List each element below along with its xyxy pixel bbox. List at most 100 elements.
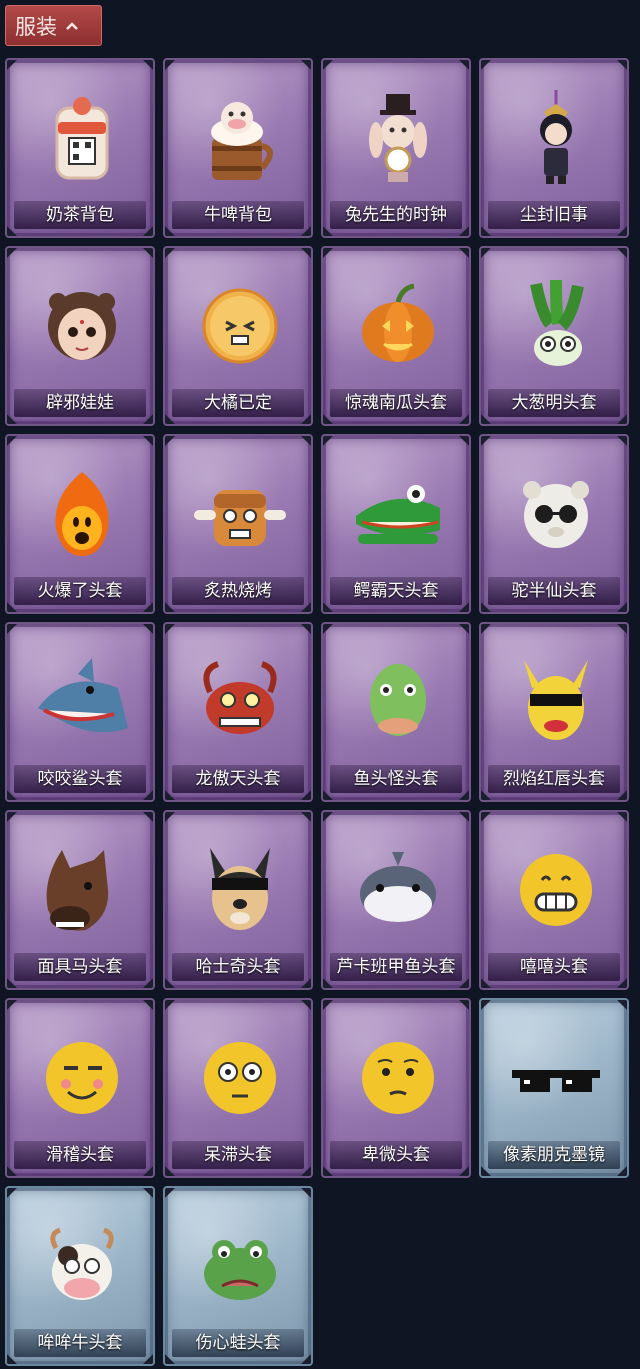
costume-name: 炙热烧烤 [172, 577, 304, 605]
costume-name: 大橘已定 [172, 389, 304, 417]
costume-card[interactable]: 嘻嘻头套 [479, 810, 629, 990]
costume-name: 鱼头怪头套 [330, 765, 462, 793]
card-corner-ornament [143, 248, 153, 258]
doll-head-icon [27, 270, 137, 382]
costume-card[interactable]: 奶茶背包 [5, 58, 155, 238]
costume-card[interactable]: 烈焰红唇头套 [479, 622, 629, 802]
card-corner-ornament [143, 1188, 153, 1198]
orange-head-icon [185, 270, 295, 382]
costume-card[interactable]: 惊魂南瓜头套 [321, 246, 471, 426]
costume-card[interactable]: 火爆了头套 [5, 434, 155, 614]
card-corner-ornament [481, 812, 491, 822]
red-lips-head-icon [501, 646, 611, 758]
costume-name: 龙傲天头套 [172, 765, 304, 793]
bbq-head-icon [185, 458, 295, 570]
costume-grid: 奶茶背包 牛啤背包 兔先生的时钟 尘封旧事 辟邪娃娃 大橘已定 惊魂南瓜头套 大… [5, 58, 635, 1366]
crocodile-head-icon [343, 458, 453, 570]
card-corner-ornament [617, 60, 627, 70]
humble-emoji-head-icon [343, 1022, 453, 1134]
costume-card[interactable]: 面具马头套 [5, 810, 155, 990]
costume-card[interactable]: 卑微头套 [321, 998, 471, 1178]
card-corner-ornament [165, 436, 175, 446]
sad-frog-head-icon [185, 1210, 295, 1322]
card-corner-ornament [481, 248, 491, 258]
card-corner-ornament [459, 1000, 469, 1010]
card-corner-ornament [301, 1188, 311, 1198]
horse-mask-icon [27, 834, 137, 946]
costume-name: 像素朋克墨镜 [488, 1141, 620, 1169]
costume-card[interactable]: 伤心蛙头套 [163, 1186, 313, 1366]
costume-name: 驼半仙头套 [488, 577, 620, 605]
card-corner-ornament [481, 436, 491, 446]
card-corner-ornament [143, 60, 153, 70]
scallion-head-icon [501, 270, 611, 382]
card-corner-ornament [459, 60, 469, 70]
card-corner-ornament [617, 436, 627, 446]
costume-card[interactable]: 尘封旧事 [479, 58, 629, 238]
card-corner-ornament [165, 812, 175, 822]
card-corner-ornament [301, 60, 311, 70]
cow-head-icon [27, 1210, 137, 1322]
card-corner-ornament [323, 248, 333, 258]
card-corner-ornament [7, 1188, 17, 1198]
shark-head-icon [27, 646, 137, 758]
mr-rabbit-clock-icon [343, 82, 453, 194]
card-corner-ornament [143, 1000, 153, 1010]
alpaca-head-icon [501, 458, 611, 570]
costume-name: 牛啤背包 [172, 201, 304, 229]
card-corner-ornament [481, 624, 491, 634]
card-corner-ornament [617, 248, 627, 258]
costume-name: 辟邪娃娃 [14, 389, 146, 417]
costume-card[interactable]: 滑稽头套 [5, 998, 155, 1178]
costume-card[interactable]: 龙傲天头套 [163, 622, 313, 802]
costume-name: 咬咬鲨头套 [14, 765, 146, 793]
card-corner-ornament [165, 1000, 175, 1010]
card-corner-ornament [301, 812, 311, 822]
stunned-emoji-head-icon [185, 1022, 295, 1134]
card-corner-ornament [323, 436, 333, 446]
costume-card[interactable]: 大橘已定 [163, 246, 313, 426]
card-corner-ornament [165, 624, 175, 634]
costume-card[interactable]: 哈士奇头套 [163, 810, 313, 990]
grin-emoji-head-icon [501, 834, 611, 946]
costume-name: 大葱明头套 [488, 389, 620, 417]
costume-card[interactable]: 咬咬鲨头套 [5, 622, 155, 802]
costume-card[interactable]: 炙热烧烤 [163, 434, 313, 614]
costume-card[interactable]: 大葱明头套 [479, 246, 629, 426]
card-corner-ornament [7, 624, 17, 634]
husky-head-icon [185, 834, 295, 946]
pumpkin-head-icon [343, 270, 453, 382]
costume-name: 鳄霸天头套 [330, 577, 462, 605]
costume-card[interactable]: 牛啤背包 [163, 58, 313, 238]
card-corner-ornament [481, 60, 491, 70]
costume-card[interactable]: 呆滞头套 [163, 998, 313, 1178]
category-label: 服装 [15, 15, 57, 39]
card-corner-ornament [459, 624, 469, 634]
card-corner-ornament [143, 436, 153, 446]
card-corner-ornament [301, 1000, 311, 1010]
costume-name: 尘封旧事 [488, 201, 620, 229]
costume-card[interactable]: 哞哞牛头套 [5, 1186, 155, 1366]
costume-card[interactable]: 芦卡班甲鱼头套 [321, 810, 471, 990]
costume-card[interactable]: 像素朋克墨镜 [479, 998, 629, 1178]
doll-charm-icon [501, 82, 611, 194]
costume-card[interactable]: 辟邪娃娃 [5, 246, 155, 426]
card-corner-ornament [323, 60, 333, 70]
card-corner-ornament [301, 624, 311, 634]
card-corner-ornament [143, 624, 153, 634]
costume-category-toggle[interactable]: 服装 [5, 5, 102, 46]
costume-name: 面具马头套 [14, 953, 146, 981]
costume-name: 兔先生的时钟 [330, 201, 462, 229]
costume-card[interactable]: 鳄霸天头套 [321, 434, 471, 614]
card-corner-ornament [7, 60, 17, 70]
card-corner-ornament [323, 624, 333, 634]
costume-name: 烈焰红唇头套 [488, 765, 620, 793]
costume-card[interactable]: 兔先生的时钟 [321, 58, 471, 238]
card-corner-ornament [459, 812, 469, 822]
card-corner-ornament [7, 812, 17, 822]
fish-head-icon [343, 834, 453, 946]
costume-name: 芦卡班甲鱼头套 [330, 953, 462, 981]
costume-card[interactable]: 驼半仙头套 [479, 434, 629, 614]
dragon-head-icon [185, 646, 295, 758]
costume-card[interactable]: 鱼头怪头套 [321, 622, 471, 802]
